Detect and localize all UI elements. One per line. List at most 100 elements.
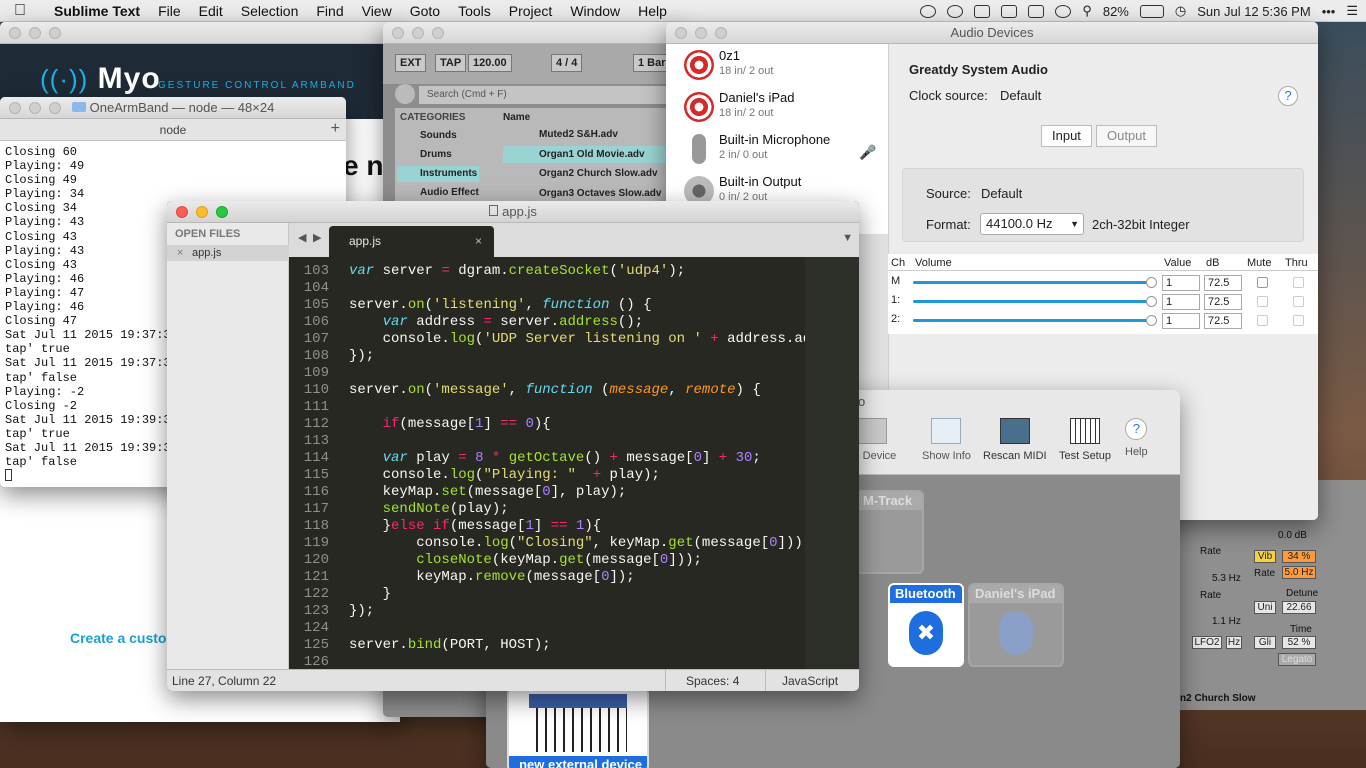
mail-icon[interactable]	[1028, 4, 1045, 18]
name-column-header[interactable]: Name	[503, 112, 530, 123]
vib-toggle[interactable]: Vib	[1254, 550, 1276, 563]
notification-list-icon[interactable]: ☰	[1346, 3, 1358, 19]
close-button[interactable]	[176, 206, 188, 218]
test-setup-button[interactable]: Test Setup	[1059, 418, 1111, 462]
db-value[interactable]: 0.0 dB	[1278, 530, 1307, 541]
tab-output[interactable]: Output	[1096, 125, 1158, 147]
more-icon[interactable]: •••	[1322, 4, 1336, 19]
close-button[interactable]	[675, 27, 687, 39]
volume-slider[interactable]	[913, 319, 1148, 322]
apple-menu-icon[interactable]: 	[0, 2, 40, 20]
minimap[interactable]	[805, 257, 859, 669]
tab-nav-left-icon[interactable]: ◀	[298, 231, 306, 244]
close-button[interactable]	[392, 27, 404, 39]
close-button[interactable]	[9, 102, 21, 114]
zoom-button[interactable]	[715, 27, 727, 39]
preset-item-selected[interactable]: Organ1 Old Movie.adv	[503, 146, 673, 163]
zoom-button[interactable]	[432, 27, 444, 39]
new-tab-icon[interactable]: +	[331, 119, 340, 139]
tab-input[interactable]: Input	[1041, 125, 1092, 147]
midi-device-new-external[interactable]: new external device	[507, 688, 649, 768]
preset-item[interactable]: Organ2 Church Slow.adv	[503, 165, 673, 182]
zoom-button[interactable]	[216, 206, 228, 218]
gamepad-icon[interactable]	[974, 4, 991, 18]
minimize-button[interactable]	[29, 102, 41, 114]
mute-checkbox[interactable]	[1257, 277, 1268, 288]
zoom-button[interactable]	[49, 27, 61, 39]
midi-device-bluetooth[interactable]: Bluetooth ✖	[888, 583, 964, 667]
tab-app-js[interactable]: app.js ×	[329, 226, 494, 257]
code-editor[interactable]: var server = dgram.createSocket('udp4');…	[349, 257, 805, 669]
legato-toggle[interactable]: Legato	[1278, 653, 1316, 666]
mute-checkbox[interactable]	[1257, 315, 1268, 326]
show-info-button[interactable]: Show Info	[922, 418, 971, 462]
tab-nav-right-icon[interactable]: ▶	[313, 231, 321, 244]
clock-source-value[interactable]: Default	[1000, 88, 1041, 103]
preset-item[interactable]: Muted2 S&H.adv	[503, 126, 673, 143]
volume-slider-knob[interactable]	[1146, 277, 1157, 288]
zoom-button[interactable]	[49, 102, 61, 114]
value-field[interactable]: 1	[1162, 275, 1200, 291]
ext-button[interactable]: EXT	[395, 54, 427, 72]
menu-edit[interactable]: Edit	[190, 3, 232, 19]
tap-button[interactable]: TAP	[435, 54, 467, 72]
sync-icon[interactable]	[947, 4, 964, 18]
rate-value[interactable]: 5.3 Hz	[1212, 573, 1241, 584]
menu-goto[interactable]: Goto	[401, 3, 449, 19]
close-icon[interactable]: ×	[177, 245, 183, 261]
minimize-button[interactable]	[196, 206, 208, 218]
minimize-button[interactable]	[412, 27, 424, 39]
indentation-setting[interactable]: Spaces: 4	[665, 670, 765, 691]
thru-checkbox[interactable]	[1293, 296, 1304, 307]
midi-device-daniels-ipad[interactable]: Daniel's iPad	[968, 583, 1064, 667]
menu-window[interactable]: Window	[561, 3, 629, 19]
close-button[interactable]	[9, 27, 21, 39]
menu-find[interactable]: Find	[307, 3, 352, 19]
create-custom-link[interactable]: Create a custo	[70, 630, 166, 646]
volume-slider-knob[interactable]	[1146, 296, 1157, 307]
rate-value-field[interactable]: 5.0 Hz	[1282, 566, 1316, 579]
volume-slider-knob[interactable]	[1146, 315, 1157, 326]
search-icon[interactable]: ⚲	[1082, 3, 1092, 19]
midi-device-m-track[interactable]: M-Track	[856, 490, 924, 574]
terminal-tab[interactable]: node	[0, 119, 346, 141]
time-signature[interactable]: 4 / 4	[551, 54, 583, 72]
track-name[interactable]: n2 Church Slow	[1180, 693, 1256, 704]
myo-logo[interactable]: ((·)) Myo	[40, 62, 161, 96]
thru-checkbox[interactable]	[1293, 315, 1304, 326]
menu-selection[interactable]: Selection	[232, 3, 308, 19]
format-select[interactable]: 44100.0 Hz ▼	[980, 213, 1084, 235]
mute-checkbox[interactable]	[1257, 296, 1268, 307]
rate-value[interactable]: 1.1 Hz	[1212, 616, 1241, 627]
db-field[interactable]: 72.5	[1204, 275, 1242, 291]
help-icon[interactable]: ?	[1278, 86, 1298, 106]
help-button[interactable]: ? Help	[1125, 418, 1148, 458]
syntax-setting[interactable]: JavaScript	[765, 670, 859, 691]
terminal-output[interactable]: Closing 60 Playing: 49 Closing 49 Playing: …	[5, 145, 171, 482]
volume-slider[interactable]	[913, 281, 1148, 284]
category-drums[interactable]: Drums	[420, 149, 452, 160]
myo-status-icon[interactable]	[920, 4, 937, 18]
menu-help[interactable]: Help	[629, 3, 676, 19]
battery-percent[interactable]: 82%	[1103, 4, 1129, 19]
hz-toggle[interactable]: Hz	[1226, 636, 1242, 649]
time-machine-icon[interactable]	[1055, 4, 1072, 18]
preset-item[interactable]: Organ3 Octaves Slow.adv	[503, 185, 673, 202]
value-field[interactable]: 1	[1162, 294, 1200, 310]
category-audio-effect[interactable]: Audio Effect	[420, 187, 479, 198]
menu-tools[interactable]: Tools	[449, 3, 500, 19]
menu-app-name[interactable]: Sublime Text	[40, 3, 149, 19]
category-sounds[interactable]: Sounds	[420, 130, 457, 141]
play-icon[interactable]	[395, 84, 415, 104]
thru-checkbox[interactable]	[1293, 277, 1304, 288]
menu-project[interactable]: Project	[500, 3, 562, 19]
camera-icon[interactable]	[1001, 4, 1018, 18]
vib-amount[interactable]: 34 %	[1282, 550, 1316, 563]
wifi-icon[interactable]: ◷	[1175, 3, 1186, 19]
clock[interactable]: Sun Jul 12 5:36 PM	[1197, 4, 1310, 19]
browser-search[interactable]: Search (Cmd + F)	[419, 86, 669, 104]
volume-slider[interactable]	[913, 300, 1148, 303]
category-instruments[interactable]: Instruments	[397, 166, 479, 182]
glide-toggle[interactable]: Gli	[1254, 636, 1276, 649]
lfo2-select[interactable]: LFO2	[1192, 636, 1222, 649]
